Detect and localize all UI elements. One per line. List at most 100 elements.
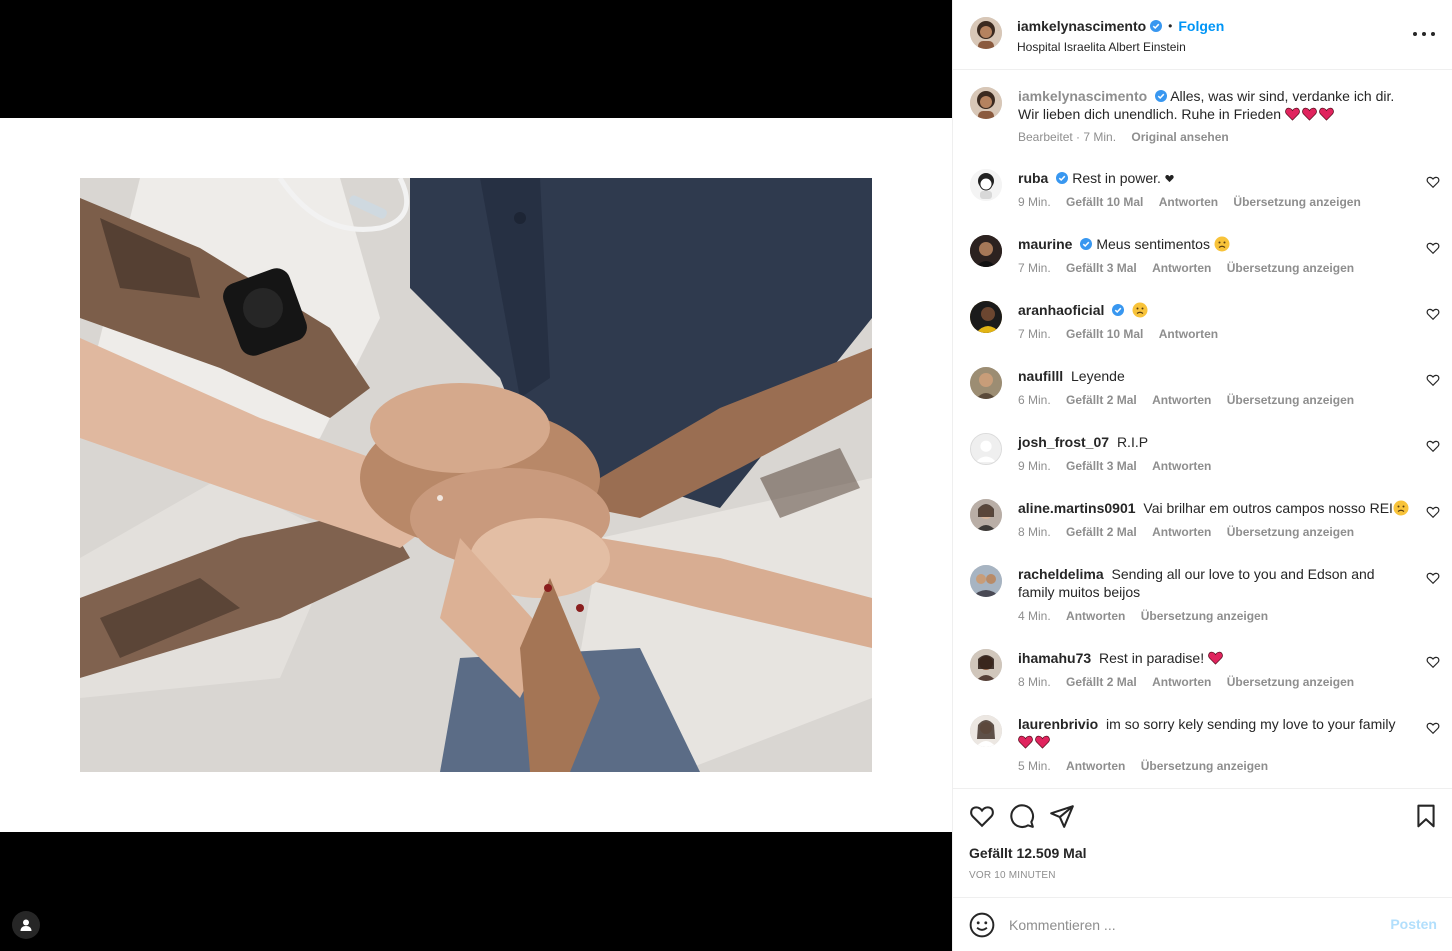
comment-likes-count[interactable]: Gefällt 10 Mal: [1066, 195, 1143, 209]
commenter-avatar[interactable]: [970, 499, 1002, 531]
likes-count[interactable]: Gefällt 12.509 Mal: [969, 845, 1087, 861]
user-tag-icon: [20, 919, 32, 931]
comment-username[interactable]: ruba: [1018, 170, 1048, 186]
caption-body: iamkelynascimento Alles, was wir sind, v…: [1018, 87, 1418, 123]
comment-time: 7 Min.: [1018, 261, 1051, 275]
comment-time: 6 Min.: [1018, 393, 1051, 407]
comment-likes-count[interactable]: Gefällt 3 Mal: [1066, 459, 1137, 473]
comment-likes-count[interactable]: Gefällt 2 Mal: [1066, 393, 1137, 407]
show-translation-button[interactable]: Übersetzung anzeigen: [1233, 195, 1360, 209]
reply-button[interactable]: Antworten: [1066, 759, 1125, 773]
comment-like-heart-icon[interactable]: [1426, 439, 1440, 453]
post-location[interactable]: Hospital Israelita Albert Einstein: [1017, 40, 1224, 54]
follow-button[interactable]: Folgen: [1178, 18, 1224, 34]
comment-item: aline.martins0901 Vai brilhar em outros …: [970, 499, 1440, 545]
comment-time: 8 Min.: [1018, 675, 1051, 689]
comment-body: racheldelima Sending all our love to you…: [1018, 565, 1414, 601]
comment-likes-count[interactable]: Gefällt 2 Mal: [1066, 675, 1137, 689]
red-heart-emoji-icon: [1208, 651, 1223, 665]
tagged-users-button[interactable]: [12, 911, 40, 939]
show-translation-button[interactable]: Übersetzung anzeigen: [1227, 675, 1354, 689]
comment-bubble-icon[interactable]: [1009, 803, 1035, 829]
reply-button[interactable]: Antworten: [1152, 459, 1211, 473]
reply-button[interactable]: Antworten: [1159, 195, 1218, 209]
comment-item: josh_frost_07 R.I.P 9 Min. Gefällt 3 Mal…: [970, 433, 1440, 479]
comment-username[interactable]: ihamahu73: [1018, 650, 1091, 666]
red-heart-emoji-icon: [1319, 107, 1334, 121]
show-translation-button[interactable]: Übersetzung anzeigen: [1227, 261, 1354, 275]
comment-item: ruba Rest in power. 9 Min. Gefällt 10 Ma…: [970, 169, 1440, 215]
more-dots-icon: [1413, 32, 1417, 36]
comment-likes-count[interactable]: Gefällt 2 Mal: [1066, 525, 1137, 539]
reply-button[interactable]: Antworten: [1152, 393, 1211, 407]
bookmark-icon[interactable]: [1413, 803, 1439, 829]
reply-button[interactable]: Antworten: [1159, 327, 1218, 341]
commenter-avatar[interactable]: [970, 367, 1002, 399]
show-translation-button[interactable]: Übersetzung anzeigen: [1227, 393, 1354, 407]
comment-username[interactable]: racheldelima: [1018, 566, 1104, 582]
comment-meta: 9 Min. Gefällt 10 Mal Antworten Übersetz…: [1018, 195, 1373, 209]
caption-username[interactable]: iamkelynascimento: [1018, 88, 1147, 104]
comment-body: josh_frost_07 R.I.P: [1018, 433, 1414, 451]
comment-like-heart-icon[interactable]: [1426, 571, 1440, 585]
commenter-avatar[interactable]: [970, 235, 1002, 267]
author-avatar[interactable]: [970, 17, 1002, 49]
comment-like-heart-icon[interactable]: [1426, 721, 1440, 735]
post-comment-button[interactable]: Posten: [1390, 916, 1437, 932]
comment-time: 4 Min.: [1018, 609, 1051, 623]
view-original-link[interactable]: Original ansehen: [1131, 130, 1228, 144]
verified-badge-icon: [1150, 20, 1163, 32]
post-photo[interactable]: [80, 178, 872, 772]
reply-button[interactable]: Antworten: [1152, 525, 1211, 539]
commenter-avatar[interactable]: [970, 715, 1002, 747]
reply-button[interactable]: Antworten: [1152, 675, 1211, 689]
comment-username[interactable]: josh_frost_07: [1018, 434, 1109, 450]
heart-icon[interactable]: [969, 803, 995, 829]
commenter-avatar-image: [970, 367, 1002, 399]
comment-meta: 7 Min. Gefällt 10 Mal Antworten: [1018, 327, 1230, 341]
caption-author-avatar[interactable]: [970, 87, 1002, 119]
commenter-avatar-image: [970, 169, 1002, 201]
comment-like-heart-icon[interactable]: [1426, 655, 1440, 669]
post-timestamp[interactable]: VOR 10 MINUTEN: [969, 870, 1056, 881]
commenter-avatar[interactable]: [970, 433, 1002, 465]
caption-meta: Bearbeitet · 7 Min. Original ansehen: [1018, 130, 1241, 144]
commenter-avatar-image: [970, 715, 1002, 747]
comment-likes-count[interactable]: Gefällt 10 Mal: [1066, 327, 1143, 341]
comment-like-heart-icon[interactable]: [1426, 307, 1440, 321]
comment-like-heart-icon[interactable]: [1426, 175, 1440, 189]
sad-face-emoji-icon: [1393, 500, 1409, 516]
author-username[interactable]: iamkelynascimento: [1017, 18, 1146, 34]
post-header: iamkelynascimento • Folgen Hospital Isra…: [953, 0, 1452, 70]
comment-username[interactable]: laurenbrivio: [1018, 716, 1098, 732]
verified-badge-icon: [1112, 304, 1125, 316]
comment-username[interactable]: maurine: [1018, 236, 1072, 252]
paper-plane-icon[interactable]: [1049, 803, 1075, 829]
comment-username[interactable]: aranhaoficial: [1018, 302, 1104, 318]
commenter-avatar[interactable]: [970, 649, 1002, 681]
comment-likes-count[interactable]: Gefällt 3 Mal: [1066, 261, 1137, 275]
comment-body: naufilll Leyende: [1018, 367, 1414, 385]
post-caption: iamkelynascimento Alles, was wir sind, v…: [970, 87, 1440, 147]
show-translation-button[interactable]: Übersetzung anzeigen: [1141, 759, 1268, 773]
smiley-icon[interactable]: [969, 912, 995, 938]
comment-username[interactable]: aline.martins0901: [1018, 500, 1136, 516]
commenter-avatar[interactable]: [970, 565, 1002, 597]
black-heart-emoji-icon: [1165, 175, 1174, 183]
reply-button[interactable]: Antworten: [1066, 609, 1125, 623]
commenter-avatar[interactable]: [970, 169, 1002, 201]
comments-list[interactable]: iamkelynascimento Alles, was wir sind, v…: [953, 70, 1452, 788]
commenter-avatar[interactable]: [970, 301, 1002, 333]
more-options-button[interactable]: [1413, 26, 1435, 42]
comment-input[interactable]: [1009, 913, 1369, 937]
show-translation-button[interactable]: Übersetzung anzeigen: [1227, 525, 1354, 539]
comment-like-heart-icon[interactable]: [1426, 505, 1440, 519]
comment-text: Rest in power.: [1072, 170, 1161, 186]
commenter-avatar-image: [970, 235, 1002, 267]
comment-like-heart-icon[interactable]: [1426, 241, 1440, 255]
comment-like-heart-icon[interactable]: [1426, 373, 1440, 387]
show-translation-button[interactable]: Übersetzung anzeigen: [1141, 609, 1268, 623]
reply-button[interactable]: Antworten: [1152, 261, 1211, 275]
comment-username[interactable]: naufilll: [1018, 368, 1063, 384]
commenter-avatar-image: [970, 565, 1002, 597]
